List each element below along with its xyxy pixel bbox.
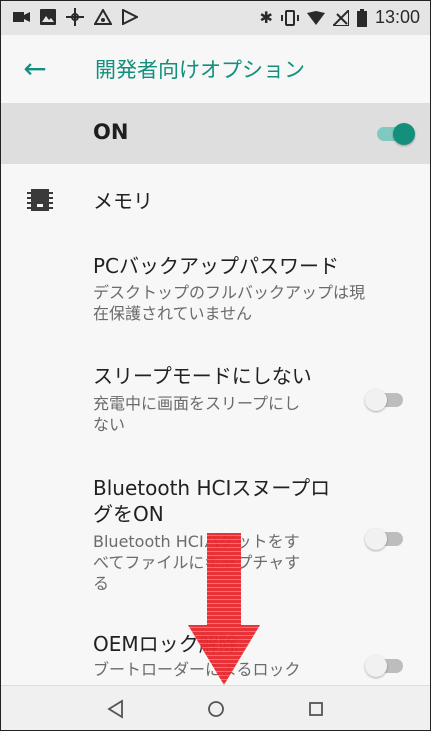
master-switch-row[interactable]: ON (1, 104, 430, 164)
setting-pc-backup-password[interactable]: PCバックアップパスワード デスクトップのフルバックアップは現 在保護されていま… (1, 241, 430, 333)
no-signal-icon (332, 9, 349, 26)
bluetooth-hci-toggle[interactable] (365, 528, 403, 550)
memory-label: メモリ (93, 189, 153, 213)
summary-line: 充電中に画面をスリープにし (93, 394, 301, 413)
summary-line: デスクトップのフルバックアップは現 (93, 283, 366, 302)
title-line: Bluetooth HCIスヌープロ (93, 476, 331, 500)
page-title: 開発者向けオプション (95, 58, 305, 82)
master-switch-label: ON (93, 120, 129, 144)
toggle-knob (365, 655, 387, 677)
clock: 13:00 (374, 7, 420, 27)
status-right-icons: ✱ 13:00 (260, 7, 420, 28)
home-circle-icon[interactable] (204, 697, 228, 721)
setting-title: PCバックアップパスワード (93, 254, 340, 278)
status-bar: ✱ 13:00 (1, 1, 430, 35)
app-bar: ← 開発者向けオプション (1, 35, 430, 104)
setting-summary: 充電中に画面をスリープにし ない (93, 393, 300, 435)
summary-line: る (93, 574, 110, 593)
device-screen: ✱ 13:00 ← 開発者向けオプション ON メモリ PCバックアップパスワー… (0, 0, 431, 731)
navigation-bar (1, 685, 430, 730)
summary-line: ブートローダーによるロック (93, 660, 301, 679)
master-switch-toggle[interactable] (377, 123, 415, 145)
wifi-icon (306, 10, 325, 25)
status-left-icons (13, 8, 138, 26)
setting-title: Bluetooth HCIスヌープロ グをON (93, 475, 330, 527)
setting-summary: Bluetooth HCIパケットをす べてファイルにキャプチャす る (93, 531, 300, 594)
stay-awake-toggle[interactable] (365, 389, 403, 411)
toggle-knob (393, 123, 415, 145)
setting-summary: ブートローダーによるロック (93, 659, 301, 680)
summary-line: ない (93, 415, 126, 434)
toggle-knob (365, 389, 387, 411)
usb-icon (66, 8, 84, 26)
setting-summary: デスクトップのフルバックアップは現 在保護されていません (93, 282, 365, 324)
bluetooth-icon: ✱ (259, 8, 273, 27)
battery-icon (356, 8, 367, 27)
back-triangle-icon[interactable] (104, 697, 128, 721)
setting-title: スリープモードにしない (93, 364, 312, 388)
signal-alert-icon (94, 9, 112, 25)
toggle-knob (365, 528, 387, 550)
summary-line: べてファイルにキャプチャす (93, 553, 301, 572)
vibrate-icon (280, 9, 299, 26)
setting-oem-unlock[interactable]: OEMロック解除 ブートローダーによるロック (1, 625, 430, 685)
setting-title: OEMロック解除 (93, 632, 239, 656)
summary-line: Bluetooth HCIパケットをす (93, 532, 300, 551)
arrow-left-icon: ← (23, 52, 47, 85)
setting-bluetooth-hci-snoop[interactable]: Bluetooth HCIスヌープロ グをON Bluetooth HCIパケッ… (1, 469, 430, 609)
image-icon (40, 9, 56, 25)
recents-square-icon[interactable] (304, 697, 328, 721)
memory-row[interactable]: メモリ (1, 173, 430, 229)
title-line: グをON (93, 502, 164, 526)
oem-unlock-toggle[interactable] (365, 655, 403, 677)
back-button[interactable]: ← (19, 53, 51, 85)
setting-stay-awake[interactable]: スリープモードにしない 充電中に画面をスリープにし ない (1, 353, 430, 445)
summary-line: 在保護されていません (93, 304, 253, 323)
cast-icon (122, 9, 138, 25)
video-icon (13, 12, 30, 22)
